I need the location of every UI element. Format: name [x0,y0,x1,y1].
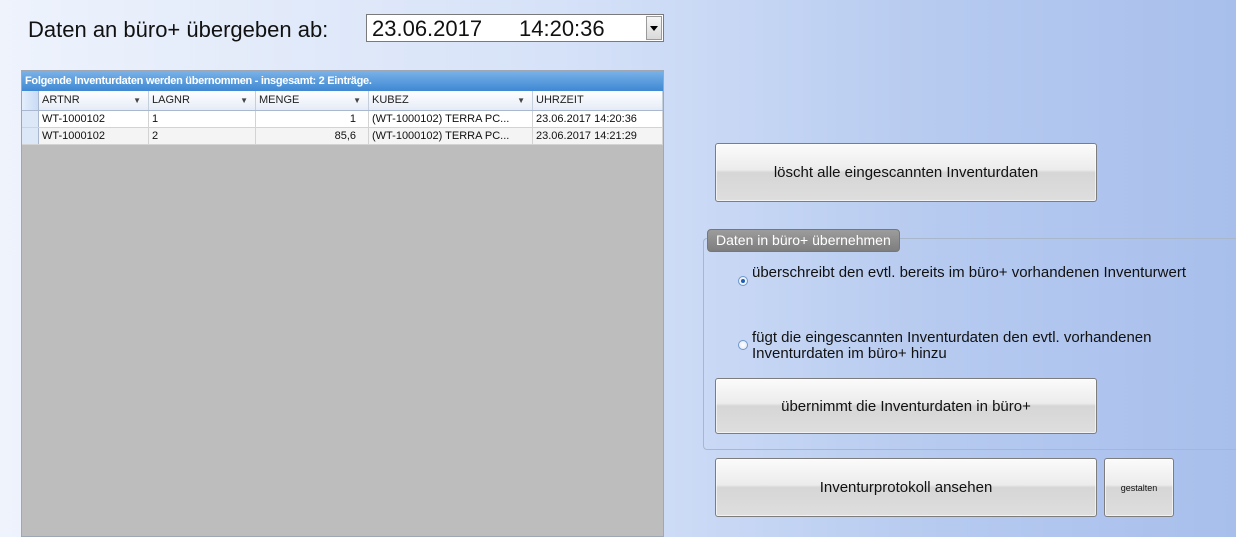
filter-arrow-icon[interactable]: ▼ [240,91,248,110]
select-all-corner[interactable] [22,91,39,110]
column-header-kubez[interactable]: KUBEZ ▼ [369,91,533,110]
cell-kubez[interactable]: (WT-1000102) TERRA PC... [369,111,533,127]
view-protocol-button[interactable]: Inventurprotokoll ansehen [715,458,1097,517]
radio-add-label[interactable]: fügt die eingescannten Inventurdaten den… [752,330,1232,362]
transfer-group-title: Daten in büro+ übernehmen [707,229,900,252]
row-selector[interactable] [22,111,39,127]
date-value[interactable]: 23.06.2017 [372,16,482,42]
take-over-inventory-button[interactable]: übernimmt die Inventurdaten in büro+ [715,378,1097,434]
grid-header-row: ARTNR ▼ LAGNR ▼ MENGE ▼ KUBEZ ▼ UHRZEIT [22,91,663,111]
clear-inventory-button[interactable]: löscht alle eingescannten Inventurdaten [715,143,1097,202]
cell-artnr[interactable]: WT-1000102 [39,128,149,144]
column-header-menge[interactable]: MENGE ▼ [256,91,369,110]
time-value[interactable]: 14:20:36 [519,16,605,42]
cell-kubez[interactable]: (WT-1000102) TERRA PC... [369,128,533,144]
filter-arrow-icon[interactable]: ▼ [517,91,525,110]
column-header-artnr[interactable]: ARTNR ▼ [39,91,149,110]
dropdown-arrow-icon[interactable] [646,16,662,40]
filter-arrow-icon[interactable]: ▼ [133,91,141,110]
radio-overwrite-label[interactable]: überschreibt den evtl. bereits im büro+ … [752,265,1222,281]
grid-title: Folgende Inventurdaten werden übernommen… [22,71,663,91]
table-row[interactable]: WT-1000102 2 85,6 (WT-1000102) TERRA PC.… [22,128,663,145]
filter-arrow-icon[interactable]: ▼ [353,91,361,110]
radio-add[interactable] [738,340,748,350]
export-from-label: Daten an büro+ übergeben ab: [28,17,329,42]
inventory-grid[interactable]: Folgende Inventurdaten werden übernommen… [21,70,664,537]
cell-uhrzeit[interactable]: 23.06.2017 14:20:36 [533,111,663,127]
column-header-uhrzeit[interactable]: UHRZEIT [533,91,663,110]
datetime-picker[interactable]: 23.06.2017 14:20:36 [366,14,664,42]
row-selector[interactable] [22,128,39,144]
cell-menge[interactable]: 1 [256,111,369,127]
column-header-lagnr[interactable]: LAGNR ▼ [149,91,256,110]
design-button[interactable]: gestalten [1104,458,1174,517]
cell-uhrzeit[interactable]: 23.06.2017 14:21:29 [533,128,663,144]
radio-overwrite[interactable] [738,276,748,286]
cell-menge[interactable]: 85,6 [256,128,369,144]
table-row[interactable]: WT-1000102 1 1 (WT-1000102) TERRA PC... … [22,111,663,128]
cell-lagnr[interactable]: 1 [149,111,256,127]
cell-lagnr[interactable]: 2 [149,128,256,144]
cell-artnr[interactable]: WT-1000102 [39,111,149,127]
